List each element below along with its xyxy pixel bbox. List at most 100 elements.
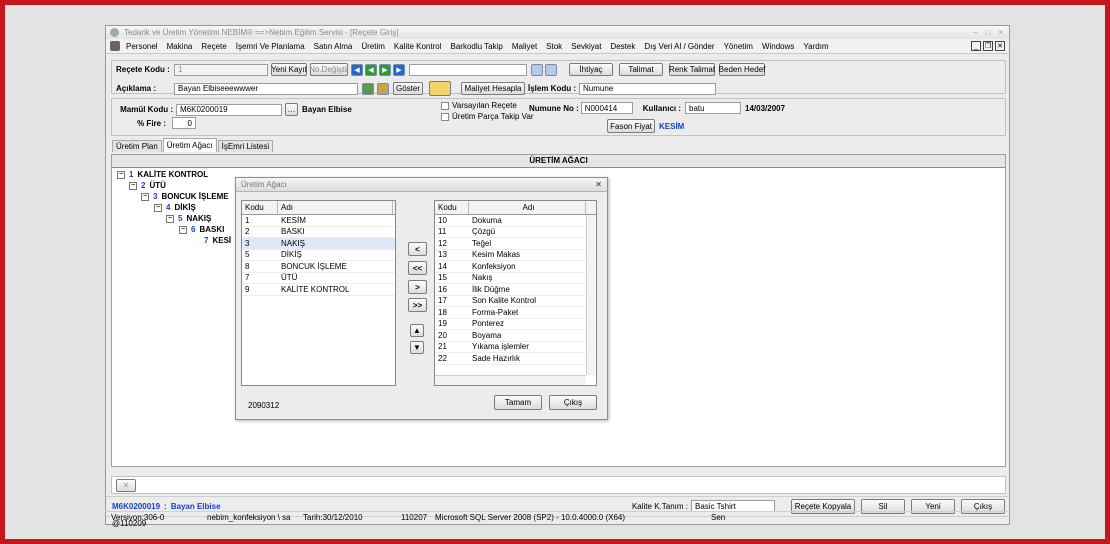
mdi-minimize-icon[interactable]: _ xyxy=(971,41,981,51)
menu-stok[interactable]: Stok xyxy=(546,42,562,51)
table-row[interactable]: 3 NAKIŞ xyxy=(242,238,395,250)
tamam-button[interactable]: Tamam xyxy=(494,395,542,410)
tab-uretim-agaci[interactable]: Üretim Ağacı xyxy=(162,138,217,152)
menu-satin-alma[interactable]: Satın Alma xyxy=(314,42,353,51)
menu-maliyet[interactable]: Maliyet xyxy=(512,42,537,51)
table-row[interactable]: 10 Dokuma xyxy=(435,215,596,227)
collapse-icon[interactable]: − xyxy=(166,214,174,223)
table-row[interactable]: 16 İlik Düğme xyxy=(435,284,596,296)
table-row[interactable]: 15 Nakış xyxy=(435,273,596,284)
close-icon[interactable]: × xyxy=(998,28,1003,37)
goster-button[interactable]: Göster xyxy=(393,82,423,95)
table-row[interactable]: 12 Teğel xyxy=(435,238,596,250)
islem-kodu-select[interactable]: Numune xyxy=(579,82,717,95)
tree-node[interactable]: − 2 ÜTÜ xyxy=(129,181,166,190)
table-row[interactable]: 11 Çözgü xyxy=(435,227,596,238)
recete-kodu-input[interactable]: 1 xyxy=(174,63,268,76)
image-icon[interactable] xyxy=(362,82,374,95)
tree-node[interactable]: − 1 KALİTE KONTROL xyxy=(117,170,208,179)
ihtiyac-button[interactable]: İhtiyaç xyxy=(569,63,613,76)
move-down-icon[interactable]: ▼ xyxy=(410,341,424,354)
dialog-cikis-button[interactable]: Çıkış xyxy=(549,395,597,410)
fason-fiyat-button[interactable]: Fason Fiyat xyxy=(607,119,655,133)
folder-icon[interactable] xyxy=(429,81,451,96)
table-row[interactable]: 1 KESİM xyxy=(242,215,395,227)
mamul-kodu-input[interactable]: M6K0200019 xyxy=(176,103,282,116)
tab-uretim-plan[interactable]: Üretim Plan xyxy=(112,140,162,152)
table-row[interactable]: 18 Forma-Paket xyxy=(435,307,596,319)
right-col-adi[interactable]: Adı xyxy=(469,201,586,214)
left-col-kodu[interactable]: Kodu xyxy=(242,201,278,214)
table-row[interactable]: 8 BONCUK İŞLEME xyxy=(242,261,395,273)
collapse-icon[interactable]: − xyxy=(179,225,187,234)
table-row[interactable]: 14 Konfeksiyon xyxy=(435,261,596,273)
menu-barkodlu-takip[interactable]: Barkodlu Takip xyxy=(451,42,503,51)
horizontal-scrollbar[interactable] xyxy=(435,375,586,385)
maximize-icon[interactable]: □ xyxy=(985,28,990,37)
minimize-icon[interactable]: – xyxy=(973,28,977,37)
vertical-scrollbar[interactable] xyxy=(586,215,596,375)
tree-node[interactable]: − 6 BASKI xyxy=(179,225,224,234)
renk-talimat-button[interactable]: Renk Talimat xyxy=(669,63,715,76)
fire-input[interactable]: 0 xyxy=(172,117,196,129)
uretim-parca-checkbox[interactable] xyxy=(441,112,449,121)
search-icon[interactable] xyxy=(531,63,543,76)
tree-node[interactable]: − 3 BONCUK İŞLEME xyxy=(141,192,229,201)
table-row[interactable]: 20 Boyama xyxy=(435,330,596,342)
aciklama-input[interactable]: Bayan Elbiseeewwwer xyxy=(174,82,358,95)
tree-node[interactable]: 7 KESİ xyxy=(204,236,231,245)
kullanici-input[interactable]: batu xyxy=(685,102,742,114)
table-row[interactable]: 19 Ponterez xyxy=(435,319,596,330)
left-col-adi[interactable]: Adı xyxy=(278,201,393,214)
menu-makina[interactable]: Makina xyxy=(167,42,193,51)
copy-icon[interactable] xyxy=(545,63,557,76)
mdi-restore-icon[interactable]: ❐ xyxy=(983,41,993,51)
collapse-icon[interactable]: − xyxy=(129,181,137,190)
move-up-icon[interactable]: ▲ xyxy=(410,324,424,337)
tab-isemri-listesi[interactable]: İşEmri Listesi xyxy=(217,140,274,152)
talimat-button[interactable]: Talimat xyxy=(619,63,663,76)
dialog-close-icon[interactable]: ✕ xyxy=(595,180,607,189)
menu-yardim[interactable]: Yardım xyxy=(803,42,828,51)
menu-yonetim[interactable]: Yönetim xyxy=(724,42,753,51)
mamul-lookup-button[interactable]: … xyxy=(285,103,298,116)
first-record-icon[interactable]: ◀ xyxy=(351,63,363,76)
move-all-left-button[interactable]: << xyxy=(408,261,427,275)
no-degistir-button[interactable]: No.Değiştir xyxy=(309,63,349,76)
table-row[interactable]: 7 ÜTÜ xyxy=(242,273,395,284)
numune-no-input[interactable]: N000414 xyxy=(580,102,633,114)
menu-uretim[interactable]: Üretim xyxy=(361,42,385,51)
prev-record-icon[interactable]: ◀ xyxy=(365,63,377,76)
collapse-icon[interactable]: − xyxy=(154,203,162,212)
menu-destek[interactable]: Destek xyxy=(610,42,635,51)
record-select[interactable] xyxy=(409,63,527,76)
table-row[interactable]: 21 Yıkama işlemler xyxy=(435,342,596,353)
menu-sevkiyat[interactable]: Sevkiyat xyxy=(571,42,601,51)
beden-hedef-button[interactable]: Beden Hedef xyxy=(719,63,765,76)
last-record-icon[interactable]: ▶ xyxy=(393,63,405,76)
move-right-button[interactable]: > xyxy=(408,280,427,294)
table-row[interactable]: 17 Son Kalite Kontrol xyxy=(435,296,596,307)
collapse-icon[interactable]: − xyxy=(117,170,125,179)
menu-personel[interactable]: Personel xyxy=(126,42,158,51)
picture-icon[interactable] xyxy=(377,82,389,95)
table-row[interactable]: 2 BASKI xyxy=(242,227,395,238)
move-left-button[interactable]: < xyxy=(408,242,427,256)
right-col-kodu[interactable]: Kodu xyxy=(435,201,469,214)
yeni-kayit-button[interactable]: Yeni Kayıt xyxy=(271,63,307,76)
table-row[interactable]: 22 Sade Hazırlık xyxy=(435,353,596,365)
menu-dis-veri[interactable]: Dış Veri Al / Gönder xyxy=(644,42,714,51)
move-all-right-button[interactable]: >> xyxy=(408,298,427,312)
tree-node[interactable]: − 4 DİKİŞ xyxy=(154,203,196,212)
clear-button[interactable]: ✕ xyxy=(116,478,136,492)
table-row[interactable]: 5 DİKİŞ xyxy=(242,250,395,261)
table-row[interactable]: 13 Kesim Makas xyxy=(435,250,596,261)
menu-isemri[interactable]: İşemri Ve Planlama xyxy=(236,42,305,51)
menu-windows[interactable]: Windows xyxy=(762,42,794,51)
tree-node[interactable]: − 5 NAKIŞ xyxy=(166,214,211,223)
next-record-icon[interactable]: ▶ xyxy=(379,63,391,76)
varsayilan-checkbox[interactable] xyxy=(441,101,449,110)
table-row[interactable]: 9 KALİTE KONTROL xyxy=(242,284,395,296)
collapse-icon[interactable]: − xyxy=(141,192,149,201)
menu-kalite-kontrol[interactable]: Kalite Kontrol xyxy=(394,42,442,51)
